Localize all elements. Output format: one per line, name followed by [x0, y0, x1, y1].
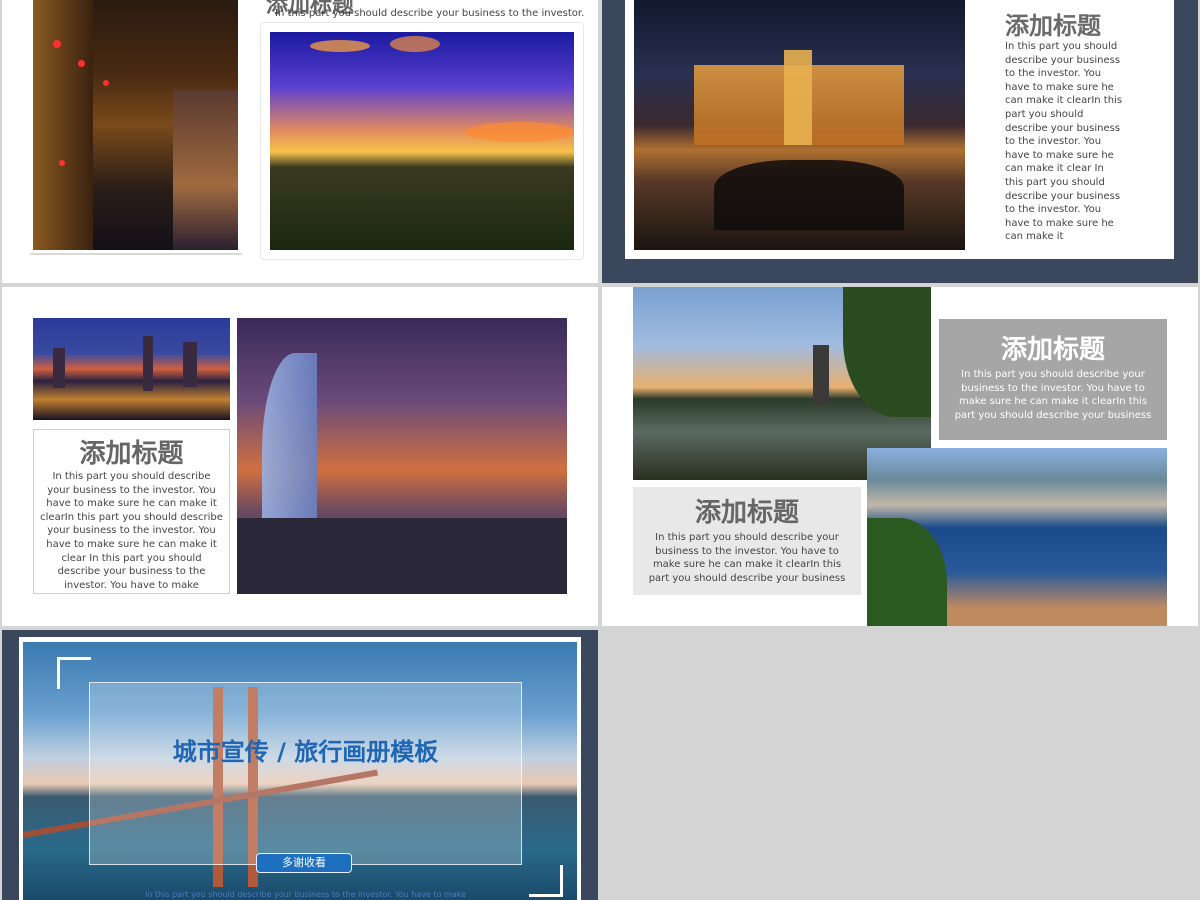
burj-al-arab-photo	[237, 318, 567, 594]
bay-city-photo	[867, 448, 1167, 626]
city-skyline-photo	[33, 318, 230, 420]
slide-4-box2-title: 添加标题	[694, 498, 799, 528]
corner-bracket-bottom-right	[529, 865, 563, 897]
photo-shadow-line	[30, 253, 242, 255]
slide-5[interactable]: 城市宣传 / 旅行画册模板 多谢收看 In this part you shou…	[2, 630, 598, 900]
title-glass-panel	[89, 682, 522, 865]
slide-1-caption: In this part you should describe your bu…	[275, 8, 585, 19]
slide-1[interactable]: 添加标题 In this part you should describe yo…	[2, 0, 598, 283]
slide-2-title: 添加标题	[1005, 12, 1101, 40]
slide-3[interactable]: 添加标题 In this part you should describe yo…	[2, 287, 598, 626]
sunset-field-photo	[270, 32, 574, 250]
corner-bracket-top-left	[57, 657, 91, 689]
presentation-overview: 添加标题 In this part you should describe yo…	[0, 0, 1200, 900]
slide-4-box1-title: 添加标题	[1000, 335, 1105, 365]
slide-3-body: In this part you should describe your bu…	[40, 471, 223, 591]
atlantis-night-photo	[634, 0, 965, 250]
slide-3-title: 添加标题	[79, 439, 184, 469]
slide-2-body: In this part you should describe your bu…	[1005, 41, 1123, 243]
empty-area	[602, 630, 1198, 900]
slide-2[interactable]: 添加标题 In this part you should describe yo…	[602, 0, 1198, 283]
thank-you-button[interactable]: 多谢收看	[256, 853, 352, 873]
slide-4-box1-body: In this part you should describe your bu…	[954, 369, 1152, 421]
cover-footnote: In this part you should describe your bu…	[145, 890, 466, 899]
night-street-photo	[33, 0, 238, 250]
slide-4[interactable]: 添加标题 In this part you should describe yo…	[602, 287, 1198, 626]
cover-title: 城市宣传 / 旅行画册模板	[172, 738, 439, 766]
slide-4-box2-body: In this part you should describe your bu…	[648, 532, 846, 584]
